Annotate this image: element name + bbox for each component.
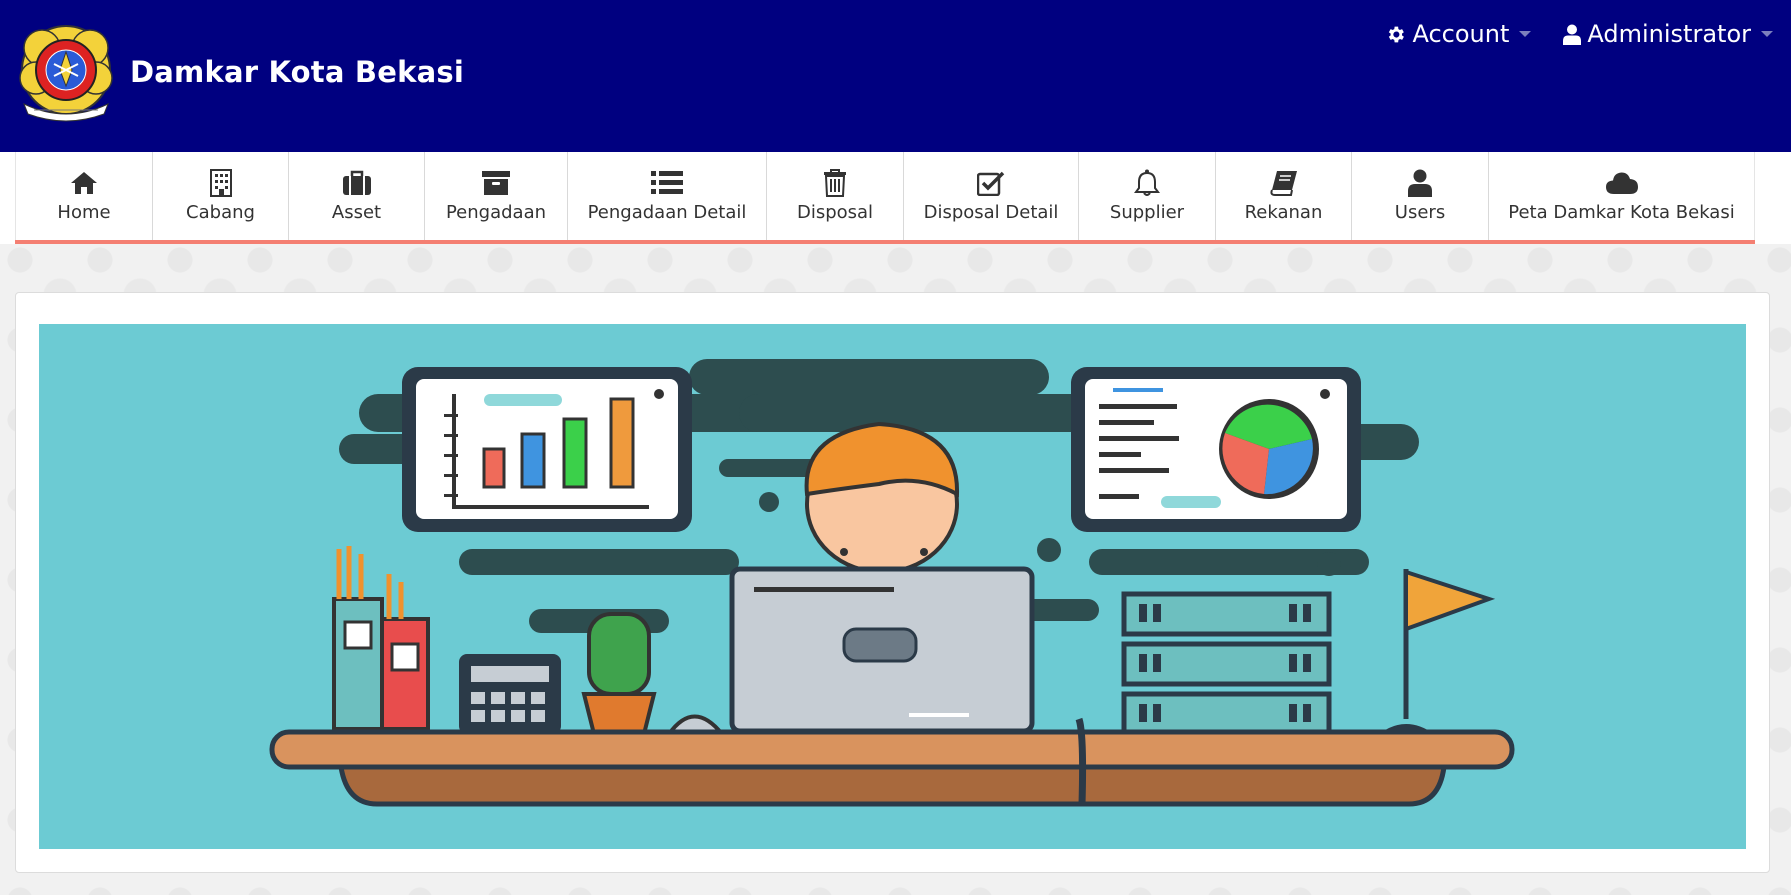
nav-item-pengadaan-detail[interactable]: Pengadaan Detail <box>567 152 766 240</box>
archive-icon <box>481 169 511 197</box>
gear-icon <box>1389 26 1405 42</box>
nav-label-home: Home <box>57 202 111 223</box>
nav-label-disposal: Disposal <box>796 202 874 223</box>
damkar-emblem-logo <box>19 25 113 122</box>
account-label: Account <box>1412 20 1510 48</box>
nav-label-users: Users <box>1394 202 1446 223</box>
nav-item-pengadaan[interactable]: Pengadaan <box>424 152 567 240</box>
nav-label-pengadaan: Pengadaan <box>445 202 547 223</box>
app-title: Damkar Kota Bekasi <box>130 55 464 89</box>
nav-label-pengadaan-detail: Pengadaan Detail <box>587 202 747 223</box>
top-header: Damkar Kota Bekasi Account Administrator <box>0 0 1791 152</box>
home-icon <box>70 169 98 197</box>
nav-item-cabang[interactable]: Cabang <box>152 152 288 240</box>
nav-item-users[interactable]: Users <box>1351 152 1488 240</box>
brand[interactable]: Damkar Kota Bekasi <box>14 20 464 124</box>
administrator-dropdown[interactable]: Administrator <box>1563 20 1773 48</box>
user-icon <box>1563 24 1582 45</box>
administrator-label: Administrator <box>1587 20 1751 48</box>
nav-item-supplier[interactable]: Supplier <box>1078 152 1215 240</box>
briefcase-icon <box>342 169 372 197</box>
check-square-icon <box>977 169 1005 197</box>
nav-item-peta-damkar[interactable]: Peta Damkar Kota Bekasi <box>1488 152 1755 240</box>
main-nav: Home Cabang Asset Pengadaan Pengadaan De… <box>15 152 1755 244</box>
nav-item-asset[interactable]: Asset <box>288 152 424 240</box>
user-menu: Account Administrator <box>1353 20 1773 48</box>
user-icon <box>1408 169 1432 197</box>
developer-workspace-illustration <box>39 324 1746 849</box>
nav-label-peta-damkar: Peta Damkar Kota Bekasi <box>1508 202 1735 223</box>
building-icon <box>209 169 232 197</box>
main-nav-bar: Home Cabang Asset Pengadaan Pengadaan De… <box>0 152 1791 244</box>
nav-label-rekanan: Rekanan <box>1244 202 1323 223</box>
nav-item-disposal[interactable]: Disposal <box>766 152 903 240</box>
cloud-icon <box>1605 169 1638 197</box>
nav-label-cabang: Cabang <box>186 202 255 223</box>
trash-icon <box>824 169 846 197</box>
bell-icon <box>1134 169 1160 197</box>
chevron-down-icon <box>1519 31 1532 37</box>
nav-item-disposal-detail[interactable]: Disposal Detail <box>903 152 1078 240</box>
book-icon <box>1269 169 1298 197</box>
account-dropdown[interactable]: Account <box>1385 20 1532 48</box>
list-icon <box>651 169 683 197</box>
chevron-down-icon <box>1761 31 1773 37</box>
nav-label-disposal-detail: Disposal Detail <box>923 202 1059 223</box>
nav-item-rekanan[interactable]: Rekanan <box>1215 152 1351 240</box>
content-panel <box>15 292 1770 873</box>
nav-label-asset: Asset <box>331 202 382 223</box>
nav-label-supplier: Supplier <box>1109 202 1185 223</box>
nav-item-home[interactable]: Home <box>15 152 152 240</box>
